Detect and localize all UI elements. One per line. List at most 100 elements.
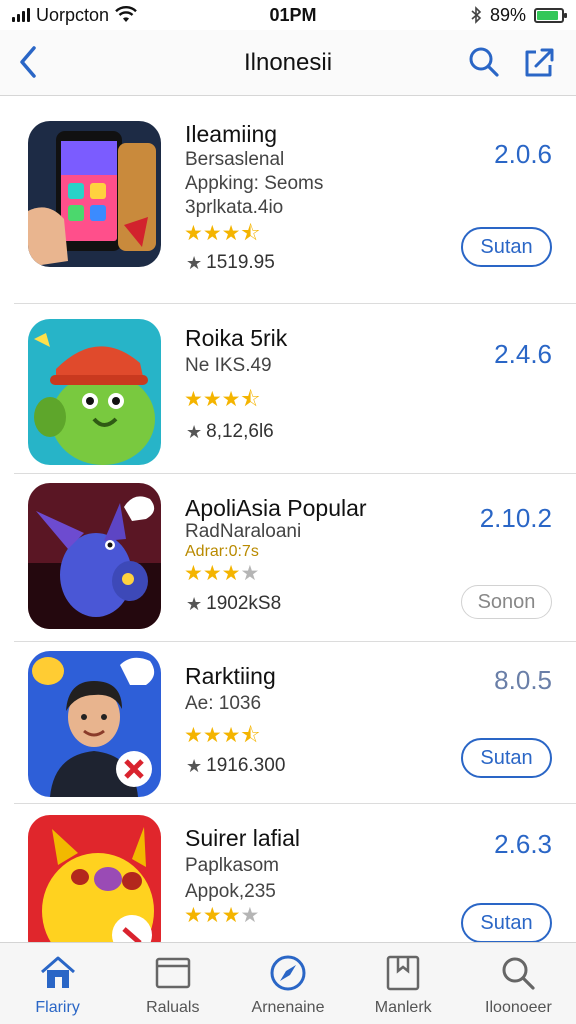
- divider: [14, 641, 576, 642]
- app-subtitle: 3prlkata.4io: [185, 197, 284, 218]
- app-name[interactable]: Ileamiing: [185, 121, 277, 148]
- star-icon: ★: [184, 904, 203, 927]
- tab-label: Flariry: [35, 999, 80, 1016]
- app-icon-dragon[interactable]: [28, 483, 161, 629]
- get-button[interactable]: Sutan: [461, 738, 552, 778]
- phone-app-icon: [28, 121, 161, 267]
- app-subtitle: RadNaraloani: [185, 521, 302, 542]
- star-icon: ★: [221, 904, 241, 927]
- star-icon: ★: [202, 388, 222, 411]
- star-icon: ★: [221, 222, 241, 245]
- star-icon: ★: [184, 562, 203, 585]
- star-icon: ★: [186, 252, 203, 273]
- app-subtitle: Ne IKS.49: [185, 355, 272, 376]
- star-icon: ★: [221, 724, 241, 747]
- tab-explore[interactable]: Arnenaine: [230, 943, 345, 1024]
- star-icon: ★: [184, 388, 203, 411]
- app-name[interactable]: ApoliAsia Popular: [185, 495, 367, 522]
- app-version: 8.0.5: [494, 665, 552, 695]
- share-icon: [525, 48, 554, 77]
- half-star-icon: ⯪: [240, 724, 261, 747]
- star-icon: ★: [186, 593, 203, 614]
- rating-count: ★ 1916.300: [186, 755, 285, 777]
- status-right: 89%: [434, 4, 567, 26]
- star-icon: ★: [184, 222, 203, 245]
- green-creature-icon: [28, 319, 161, 465]
- app-icon-monster[interactable]: [28, 815, 161, 942]
- app-version: 2.6.3: [494, 829, 552, 859]
- blue-dragon-icon: [28, 483, 161, 629]
- app-list: Ileamiing Bersaslenal Appking: Seoms 3pr…: [0, 97, 576, 942]
- star-icon: ★: [186, 755, 203, 776]
- star-icon: ★: [202, 562, 222, 585]
- get-button[interactable]: Sutan: [461, 227, 552, 267]
- bluetooth-icon: [471, 6, 482, 24]
- wifi-icon: [115, 6, 137, 22]
- back-button[interactable]: [8, 42, 48, 82]
- empty-star-icon: ★: [240, 904, 260, 927]
- battery-fill: [537, 10, 559, 20]
- star-icon: ★: [202, 724, 222, 747]
- tab-label: Manlerk: [374, 999, 432, 1016]
- tab-bookmarks[interactable]: Manlerk: [346, 943, 461, 1024]
- tab-label: Arnenaine: [251, 999, 325, 1016]
- search-icon: [469, 47, 499, 77]
- half-star-icon: ⯪: [240, 222, 261, 245]
- chevron-left-icon: [20, 46, 36, 78]
- browser-window-icon: [153, 953, 193, 993]
- list-item[interactable]: Suirer lafial Paplkasom Appok,235 ★★★★ 2…: [0, 805, 576, 942]
- tab-browse[interactable]: Raluals: [115, 943, 230, 1024]
- star-rating: ★★★★: [184, 903, 259, 928]
- page-title: Ilnonesii: [243, 48, 333, 76]
- rating-count: ★ 1902kS8: [186, 593, 281, 615]
- person-avatar-icon: [28, 651, 161, 797]
- app-version: 2.0.6: [494, 139, 552, 169]
- yellow-monster-icon: [28, 815, 161, 942]
- app-name[interactable]: Suirer lafial: [185, 825, 300, 852]
- search-button[interactable]: [464, 42, 504, 82]
- rating-count-value: 8,12,6l6: [206, 421, 274, 442]
- rating-count-value: 1916.300: [206, 755, 286, 776]
- app-name[interactable]: Roika 5rik: [185, 325, 287, 352]
- list-item[interactable]: Roika 5rik Ne IKS.49 ★★★⯪ ★ 8,12,6l6 2.4…: [0, 305, 576, 473]
- app-icon-creature[interactable]: [28, 319, 161, 465]
- star-icon: ★: [186, 421, 203, 442]
- battery-icon: [534, 7, 567, 23]
- compass-icon: [268, 953, 308, 993]
- app-subtitle: Bersaslenal: [185, 149, 285, 170]
- star-rating: ★★★★: [184, 561, 259, 586]
- rating-count: ★ 8,12,6l6: [186, 421, 274, 443]
- app-icon-phone[interactable]: [28, 121, 161, 267]
- divider: [14, 803, 576, 804]
- get-button[interactable]: Sutan: [461, 903, 552, 942]
- list-item[interactable]: Ileamiing Bersaslenal Appking: Seoms 3pr…: [0, 97, 576, 273]
- empty-star-icon: ★: [240, 562, 260, 585]
- tab-search[interactable]: Iloonoeer: [461, 943, 576, 1024]
- app-name[interactable]: Rarktiing: [185, 663, 276, 690]
- list-item[interactable]: ApoliAsia Popular RadNaraloani Adrar:0:7…: [0, 475, 576, 643]
- home-icon: [38, 953, 78, 993]
- status-bar: Uorpcton 01PM 89%: [0, 0, 576, 30]
- app-subtitle: Ae: 1036: [185, 693, 262, 714]
- tab-bar: Flariry Raluals Arnenaine Manlerk Iloono…: [0, 942, 576, 1024]
- app-subtitle: Appking: Seoms: [185, 173, 324, 194]
- divider: [14, 303, 576, 304]
- search-icon: [498, 953, 538, 993]
- star-icon: ★: [202, 904, 222, 927]
- app-icon-person[interactable]: [28, 651, 161, 797]
- star-icon: ★: [221, 388, 241, 411]
- list-item[interactable]: Rarktiing Ae: 1036 ★★★⯪ ★ 1916.300 8.0.5…: [0, 643, 576, 811]
- tab-home[interactable]: Flariry: [0, 943, 115, 1024]
- app-subtitle: Paplkasom: [185, 855, 279, 876]
- app-subtitle: Appok,235: [185, 881, 276, 902]
- battery-percent: 89%: [489, 4, 526, 25]
- signal-icon: [12, 8, 30, 22]
- rating-count-value: 1519.95: [206, 252, 275, 273]
- divider: [14, 473, 576, 474]
- navigation-bar: Ilnonesii: [0, 30, 576, 96]
- share-button[interactable]: [520, 42, 560, 82]
- get-button[interactable]: Sonon: [461, 585, 552, 619]
- app-version: 2.4.6: [494, 339, 552, 369]
- star-icon: ★: [221, 562, 241, 585]
- carrier-name: Uorpcton: [36, 4, 110, 25]
